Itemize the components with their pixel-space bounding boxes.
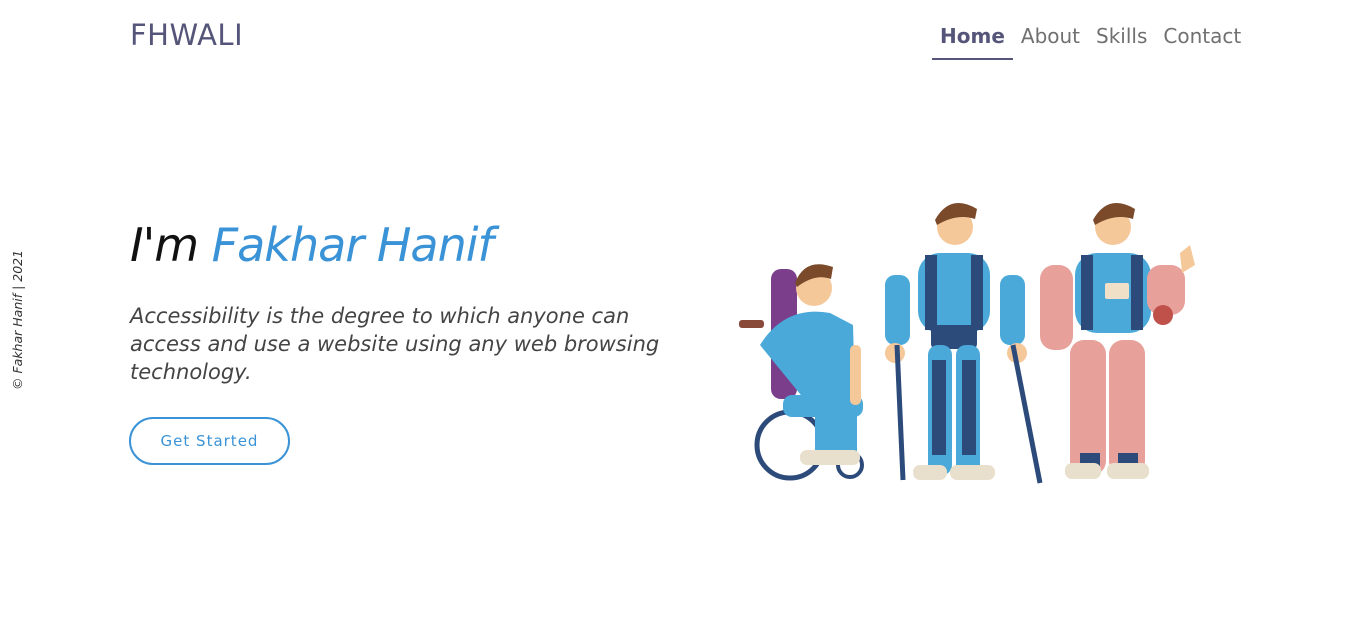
- hero-intro: I'm: [130, 218, 199, 272]
- accessibility-figures-illustration: [739, 203, 1195, 484]
- robot-suit-figure: [1040, 203, 1195, 479]
- hero-description: Accessibility is the degree to which any…: [130, 304, 660, 384]
- copyright-credit: © Fakhar Hanif | 2021: [10, 249, 25, 390]
- nav-contact[interactable]: Contact: [1155, 22, 1249, 60]
- wheelchair-figure: [739, 264, 864, 481]
- nav-skills[interactable]: Skills: [1088, 22, 1155, 60]
- hero-name: Fakhar Hanif: [211, 218, 494, 272]
- hero-title: I'm Fakhar Hanif: [130, 218, 494, 272]
- nav-about[interactable]: About: [1013, 22, 1088, 60]
- get-started-button[interactable]: Get Started: [129, 417, 290, 465]
- main-nav: Home About Skills Contact: [932, 22, 1249, 60]
- nav-home[interactable]: Home: [932, 22, 1013, 60]
- exoskeleton-figure: [885, 203, 1043, 484]
- brand-logo[interactable]: FHWALI: [130, 18, 243, 52]
